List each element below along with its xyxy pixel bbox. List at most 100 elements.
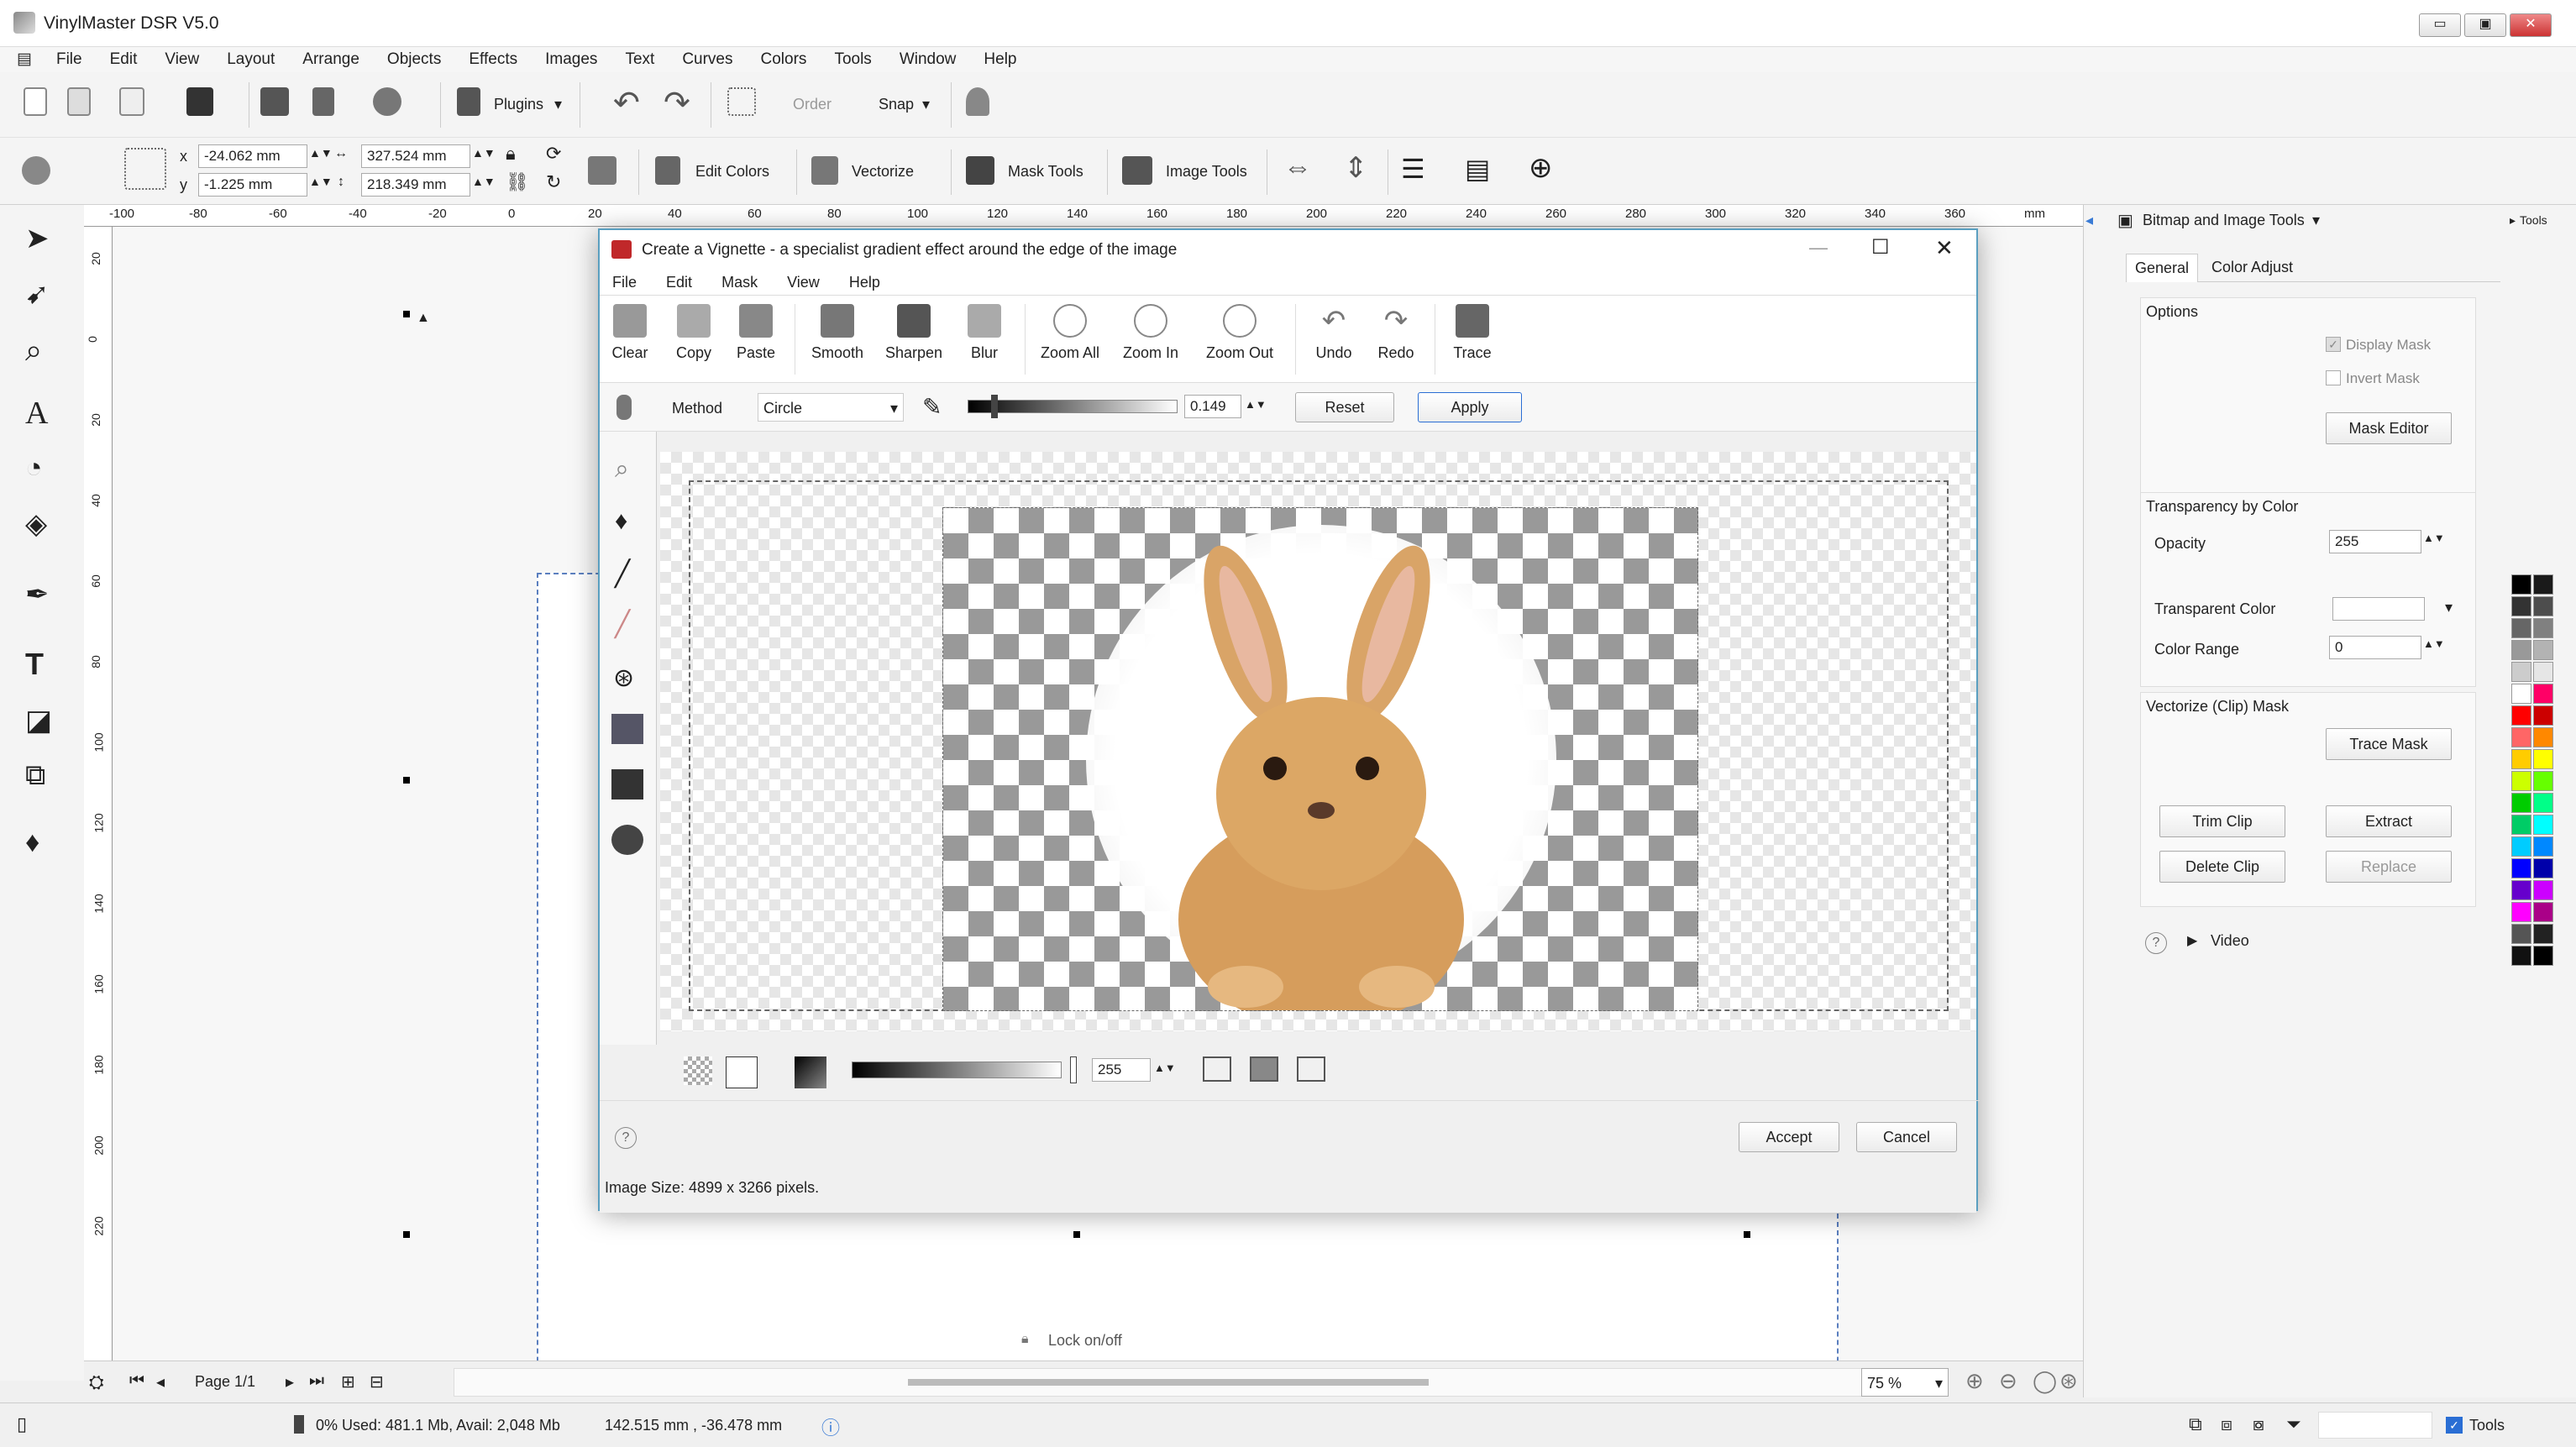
tools-checkbox-label[interactable]: Tools — [2469, 1417, 2505, 1434]
distribute-icon[interactable]: ▤ — [1465, 153, 1490, 185]
status-tool-2-icon[interactable]: ⧈ — [2221, 1413, 2232, 1435]
display-mask-label[interactable]: Display Mask — [2346, 337, 2431, 354]
menu-layout[interactable]: Layout — [215, 47, 286, 72]
method-dropdown-icon[interactable]: ▾ — [890, 400, 898, 417]
transform-tool-icon[interactable]: ◪ — [25, 704, 62, 741]
palette-swatch[interactable] — [2533, 640, 2553, 660]
open-file-icon[interactable] — [119, 87, 144, 116]
palette-swatch[interactable] — [2511, 684, 2531, 704]
palette-swatch[interactable] — [2511, 574, 2531, 595]
dialog-menu-edit[interactable]: Edit — [653, 269, 705, 296]
menu-doc-icon[interactable]: ▤ — [0, 47, 40, 72]
zoom-out-button[interactable]: Zoom Out — [1198, 304, 1282, 362]
mask-fill-tool-icon[interactable] — [611, 714, 643, 744]
status-filter-icon[interactable]: ⏷ — [2286, 1413, 2301, 1435]
palette-swatch[interactable] — [2511, 596, 2531, 616]
view-split-icon[interactable] — [1297, 1056, 1325, 1082]
menu-view[interactable]: View — [153, 47, 211, 72]
print-icon[interactable] — [260, 87, 289, 116]
dialog-menu-help[interactable]: Help — [837, 269, 893, 296]
palette-swatch[interactable] — [2511, 749, 2531, 769]
page-options-icon[interactable]: ⛭ — [89, 1371, 104, 1393]
palette-swatch[interactable] — [2533, 836, 2553, 857]
maximize-button[interactable]: ▣ — [2464, 13, 2506, 37]
vignette-value-spinner-icon[interactable]: ▲▼ — [1245, 398, 1267, 411]
palette-swatch[interactable] — [2511, 815, 2531, 835]
opacity-gradient-track[interactable] — [852, 1062, 1062, 1078]
palette-swatch[interactable] — [2533, 902, 2553, 922]
lock-toggle-label[interactable]: Lock on/off — [1048, 1332, 1122, 1350]
dialog-close-icon[interactable]: ✕ — [1935, 235, 1954, 261]
selection-handle[interactable] — [1073, 1231, 1080, 1238]
menu-effects[interactable]: Effects — [457, 47, 529, 72]
cutter-icon[interactable] — [312, 87, 334, 116]
brush-tool-icon[interactable]: ╱ — [615, 559, 630, 589]
first-page-icon[interactable]: ⏮ — [129, 1371, 144, 1391]
dialog-menu-view[interactable]: View — [774, 269, 832, 296]
horizontal-scroll-thumb[interactable] — [908, 1379, 1429, 1386]
palette-swatch[interactable] — [2511, 705, 2531, 726]
opacity-value-spinner-icon[interactable]: ▲▼ — [1154, 1062, 1176, 1074]
undo-icon[interactable]: ↶ — [613, 84, 640, 122]
link-icon[interactable]: ⛓︎ — [506, 171, 529, 193]
panel-header[interactable]: Bitmap and Image Tools — [2143, 212, 2305, 229]
edit-colors-icon[interactable] — [655, 156, 680, 185]
lock-toggle-icon[interactable]: 🔒︎ — [1021, 1332, 1029, 1347]
status-tool-1-icon[interactable]: ⧉ — [2189, 1413, 2202, 1435]
tools-tab-arrow-icon[interactable]: ▸ — [2510, 213, 2516, 228]
palette-swatch[interactable] — [2511, 662, 2531, 682]
open-template-icon[interactable] — [67, 87, 91, 116]
dialog-undo-button[interactable]: ↶ Undo — [1307, 304, 1361, 362]
transparency-pattern-icon[interactable] — [684, 1056, 712, 1085]
delete-page-icon[interactable]: ⊟ — [370, 1371, 384, 1392]
palette-swatch[interactable] — [2511, 902, 2531, 922]
zoom-fit-icon[interactable]: ◯ — [2033, 1368, 2057, 1394]
palette-swatch[interactable] — [2511, 924, 2531, 944]
replace-button[interactable]: Replace — [2326, 851, 2452, 883]
pen-nib-icon[interactable] — [966, 87, 989, 116]
w-spinner-icon[interactable]: ▲▼ — [472, 146, 496, 160]
snap-button[interactable]: Snap — [879, 96, 914, 113]
edit-colors-button[interactable]: Edit Colors — [695, 163, 769, 181]
extract-button[interactable]: Extract — [2326, 805, 2452, 837]
zoom-page-icon[interactable]: ⊛ — [2059, 1368, 2078, 1394]
redo-icon[interactable]: ↷ — [664, 84, 690, 122]
width-input[interactable]: 327.524 mm — [361, 144, 470, 168]
menu-edit[interactable]: Edit — [98, 47, 150, 72]
view-mask-icon[interactable] — [1250, 1056, 1278, 1082]
vectorize-button[interactable]: Vectorize — [852, 163, 914, 181]
mask-invert-tool-icon[interactable] — [611, 825, 643, 855]
text-frame-tool-icon[interactable]: T — [25, 647, 62, 684]
eraser-tool-icon[interactable]: ╱ — [615, 610, 630, 639]
palette-swatch[interactable] — [2533, 946, 2553, 966]
menu-tools[interactable]: Tools — [822, 47, 883, 72]
zoom-tool-icon[interactable]: ⌕ — [25, 333, 62, 370]
blur-button[interactable]: Blur — [959, 304, 1010, 362]
vignette-value-input[interactable]: 0.149 — [1184, 395, 1241, 418]
menu-objects[interactable]: Objects — [375, 47, 453, 72]
vignette-slider-thumb[interactable] — [991, 395, 998, 418]
flip-vertical-icon[interactable]: ⇕ — [1344, 151, 1368, 185]
horizontal-scrollbar[interactable] — [454, 1368, 1940, 1397]
menu-colors[interactable]: Colors — [749, 47, 819, 72]
palette-swatch[interactable] — [2533, 924, 2553, 944]
background-color-swatch[interactable] — [726, 1056, 758, 1088]
palette-swatch[interactable] — [2511, 618, 2531, 638]
selection-handle[interactable] — [1744, 1231, 1750, 1238]
menu-file[interactable]: File — [45, 47, 94, 72]
palette-swatch[interactable] — [2533, 771, 2553, 791]
weld-icon[interactable]: ⊕ — [1529, 151, 1553, 185]
palette-swatch[interactable] — [2511, 836, 2531, 857]
trace-button[interactable]: Trace — [1443, 304, 1502, 362]
mask-gradient-tool-icon[interactable] — [611, 769, 643, 800]
smooth-button[interactable]: Smooth — [806, 304, 868, 362]
rotation-handle[interactable]: ▲ — [417, 311, 430, 326]
zoom-dropdown-icon[interactable]: ▾ — [1935, 1375, 1943, 1392]
zoom-in-icon[interactable]: ⊕ — [1965, 1368, 1984, 1394]
trim-clip-button[interactable]: Trim Clip — [2159, 805, 2285, 837]
video-link[interactable]: Video — [2211, 932, 2249, 950]
magnifier-tool-icon[interactable]: ⌕ — [615, 455, 629, 484]
gradient-swatch-icon[interactable] — [795, 1056, 826, 1088]
palette-swatch[interactable] — [2533, 749, 2553, 769]
color-range-spinner-icon[interactable]: ▲▼ — [2423, 637, 2445, 650]
